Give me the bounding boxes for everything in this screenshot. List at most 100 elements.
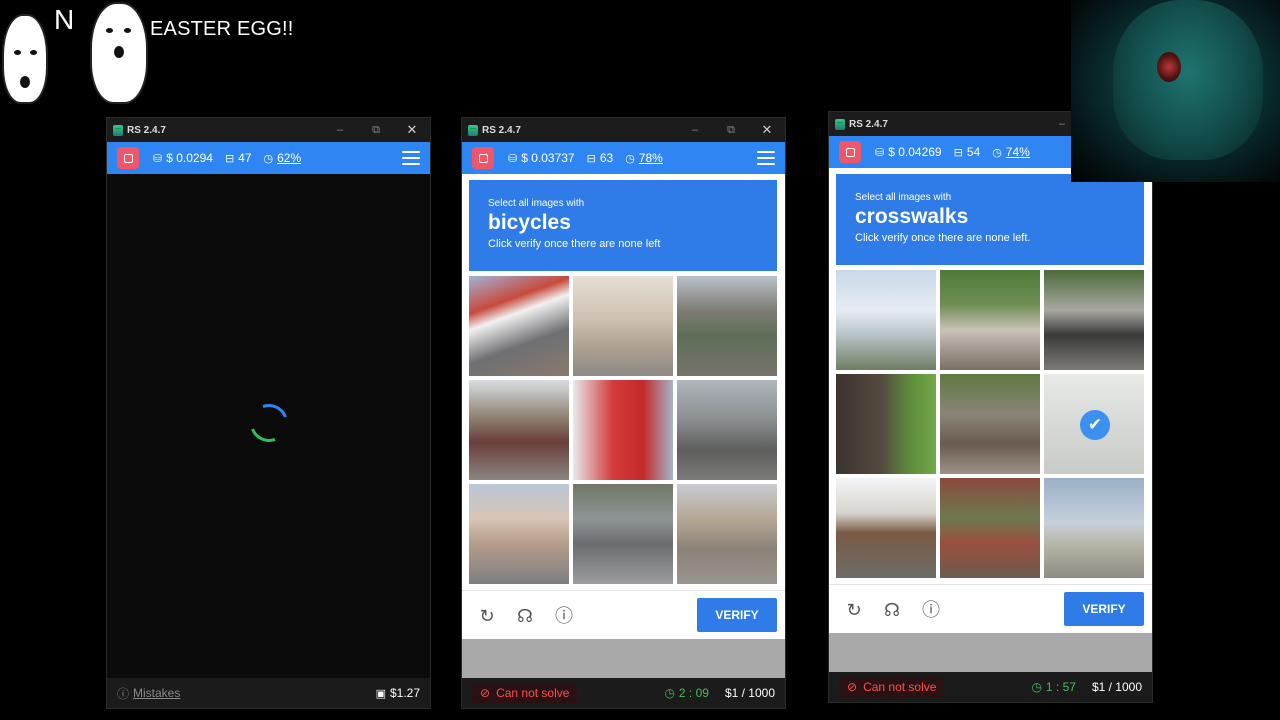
verify-button[interactable]: VERIFY [1064,592,1144,626]
captcha-hint: Click verify once there are none left. [855,232,1031,244]
stop-button[interactable] [117,147,139,169]
meme-letter: N [54,4,75,35]
captcha-tile-2[interactable] [940,270,1040,370]
captcha-tile-6[interactable]: ✔ [1044,374,1144,474]
captcha-toolbar: ↻ ☊ ⓘ VERIFY [462,590,785,639]
coins-icon: ⛁ [875,146,885,159]
cannot-solve-label: Can not solve [496,686,570,700]
cannot-solve-button[interactable]: ⊘ Can not solve [839,677,945,697]
captcha-tile-3[interactable] [677,276,777,376]
headphones-icon[interactable]: ☊ [515,606,535,626]
captcha-tile-7[interactable] [836,478,936,578]
footer: ⓘ Mistakes ▣ $1.27 [107,678,430,708]
minimize-button[interactable]: – [677,118,713,142]
restore-button[interactable]: ⧉ [713,118,749,142]
wallet-value: $1.27 [389,686,420,700]
captcha-tile-9[interactable] [677,484,777,584]
clock-icon: ◷ [992,146,1002,159]
balance-value: $ 0.03737 [521,151,575,165]
gray-strip [829,633,1152,674]
solved-stat: ⊟ 47 [225,151,252,165]
captcha-tile-1[interactable] [469,276,569,376]
balance-stat: ⛁ $ 0.03737 [508,151,575,165]
captcha-tile-4[interactable] [836,374,936,474]
captcha-tile-1[interactable] [836,270,936,370]
info-icon: ⓘ [117,686,130,701]
ban-icon: ⊘ [480,686,491,700]
cannot-solve-button[interactable]: ⊘ Can not solve [472,683,578,703]
coins-icon: ⛁ [508,152,518,165]
headphones-icon[interactable]: ☊ [882,600,902,620]
coins-icon: ⛁ [153,152,163,165]
app-icon [113,124,123,136]
stop-icon [123,153,133,163]
balance-value: $ 0.0294 [166,151,213,165]
clock-icon: ◷ [263,152,274,165]
captcha-toolbar: ↻ ☊ ⓘ VERIFY [829,584,1152,633]
refresh-icon[interactable]: ↻ [477,606,497,626]
wallet-icon: ▣ [375,687,386,700]
close-button[interactable]: ✕ [394,118,430,142]
accuracy-value[interactable]: 62% [277,151,301,165]
captcha-tile-3[interactable] [1044,270,1144,370]
minimize-button[interactable]: – [322,118,358,142]
window-title: RS 2.4.7 [127,124,166,136]
captcha-tile-4[interactable] [469,380,569,480]
meme-image: N [0,0,150,104]
accuracy-value[interactable]: 78% [639,151,663,165]
cannot-solve-label: Can not solve [863,680,937,694]
verify-button[interactable]: VERIFY [697,598,777,632]
captcha-tile-8[interactable] [940,478,1040,578]
timer-value: 2 : 09 [678,686,709,700]
accuracy-stat[interactable]: ◷ 78% [625,151,663,165]
close-button[interactable]: ✕ [749,118,785,142]
info-icon[interactable]: ⓘ [554,606,574,626]
mistakes-link[interactable]: ⓘ Mistakes [117,685,180,702]
captcha-tile-7[interactable] [469,484,569,584]
clock-icon: ◷ [664,686,675,700]
chat-icon: ⊟ [224,152,235,165]
app-icon [835,118,845,130]
captcha-header: Select all images with bicycles Click ve… [469,180,777,271]
status-bar: ⛁ $ 0.0294 ⊟ 47 ◷ 62% [107,142,430,174]
captcha-tile-9[interactable] [1044,478,1144,578]
captcha-tile-8[interactable] [573,484,673,584]
info-icon[interactable]: ⓘ [921,600,941,620]
captcha-tile-5[interactable] [573,380,673,480]
stop-icon [478,153,488,163]
footer: ⊘ Can not solve ◷ 1 : 57 $1 / 1000 [829,672,1152,702]
accuracy-stat[interactable]: ◷ 74% [992,145,1030,159]
captcha-tile-6[interactable] [677,380,777,480]
mistakes-label[interactable]: Mistakes [133,686,180,700]
loading-spinner-icon [243,397,295,449]
app-window-1: RS 2.4.7 – ⧉ ✕ ⛁ $ 0.0294 ⊟ 47 ◷ 62% ⓘ Mist… [106,117,431,709]
stop-icon [845,147,855,157]
status-bar: ⛁ $ 0.03737 ⊟ 63 ◷ 78% [462,142,785,174]
clock-icon: ◷ [1031,680,1042,694]
accuracy-value[interactable]: 74% [1006,145,1030,159]
webcam-overlay-front [1071,0,1280,182]
captcha-panel: Select all images with bicycles Click ve… [462,174,785,639]
captcha-instruction: Select all images with [488,198,585,209]
hamburger-menu-icon[interactable] [757,151,775,165]
balance-stat: ⛁ $ 0.0294 [153,151,213,165]
hamburger-menu-icon[interactable] [402,151,420,165]
loading-area [107,174,430,678]
stop-button[interactable] [472,147,494,169]
restore-button[interactable]: ⧉ [358,118,394,142]
window-title: RS 2.4.7 [849,118,888,130]
captcha-tile-5[interactable] [940,374,1040,474]
timer-value: 1 : 57 [1045,680,1076,694]
accuracy-stat[interactable]: ◷ 62% [264,151,302,165]
captcha-tile-2[interactable] [573,276,673,376]
selected-check-icon: ✔ [1080,410,1110,440]
balance-stat: ⛁ $ 0.04269 [875,145,942,159]
captcha-instruction: Select all images with [855,192,952,203]
timer: ◷ 2 : 09 [664,686,709,700]
refresh-icon[interactable]: ↻ [844,600,864,620]
rate-counter: $1 / 1000 [724,686,775,700]
stop-button[interactable] [839,141,861,163]
webcam-figure-eye [1157,52,1181,82]
solved-count: 47 [238,151,252,165]
title-bar: RS 2.4.7 – ⧉ ✕ [107,118,430,142]
